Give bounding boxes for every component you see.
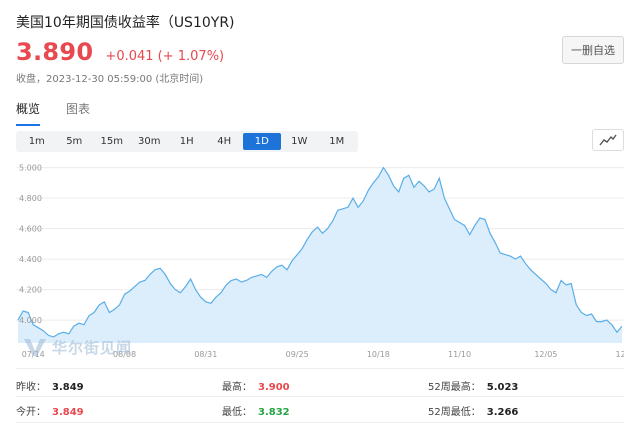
y-tick-label: 4.000 (19, 316, 42, 325)
wallstreetcn-logo-icon (24, 339, 46, 356)
y-tick-label: 4.600 (19, 225, 42, 234)
x-tick-label: 09/25 (286, 350, 309, 359)
tab-overview[interactable]: 概览 (16, 100, 41, 126)
x-tick-label: 08/31 (194, 350, 217, 359)
line-chart-icon (599, 134, 617, 146)
y-tick-label: 4.800 (19, 194, 42, 203)
yield-area-chart: 5.0004.8004.6004.4004.2004.00007/1408/08… (16, 164, 624, 359)
tab-chart[interactable]: 图表 (66, 100, 90, 126)
watermark: 华尔街见闻 (22, 336, 132, 358)
range-1w[interactable]: 1W (281, 133, 319, 150)
y-tick-label: 5.000 (19, 164, 42, 173)
chart-type-button[interactable] (592, 129, 624, 151)
range-1h[interactable]: 1H (168, 133, 206, 150)
stat-52w-high: 52周最高： 5.023 (428, 382, 519, 393)
price-row: 3.890 +0.041 (+ 1.07%) (16, 38, 224, 66)
y-tick-label: 4.200 (19, 286, 42, 295)
x-tick-label: 10/18 (367, 350, 390, 359)
x-tick-label: 12/29 (616, 350, 624, 359)
close-timestamp: 收盘，2023-12-30 05:59:00 (北京时间) (16, 74, 204, 85)
stats-divider (16, 396, 624, 397)
stats-divider (16, 422, 624, 423)
range-5m[interactable]: 5m (56, 133, 94, 150)
range-1mo[interactable]: 1M (318, 133, 356, 150)
x-tick-label: 12/05 (534, 350, 557, 359)
area-fill (18, 167, 622, 343)
range-1m[interactable]: 1m (18, 133, 56, 150)
view-tabs: 概览 图表 (16, 100, 116, 126)
stat-52w-low: 52周最低： 3.266 (428, 407, 519, 418)
range-selector: 1m 5m 15m 30m 1H 4H 1D 1W 1M (16, 131, 358, 152)
page-title: 美国10年期国债收益率（US10YR) (16, 15, 235, 31)
stat-high: 最高： 3.900 (222, 382, 290, 393)
y-tick-label: 4.400 (19, 255, 42, 264)
range-30m[interactable]: 30m (131, 133, 169, 150)
stat-open: 今开： 3.849 (16, 407, 84, 418)
range-4h[interactable]: 4H (206, 133, 244, 150)
range-15m[interactable]: 15m (93, 133, 131, 150)
remove-watchlist-button[interactable]: 一删自选 (562, 36, 624, 64)
stat-low: 最低： 3.832 (222, 407, 290, 418)
stat-prev-close: 昨收： 3.849 (16, 382, 84, 393)
x-tick-label: 11/10 (448, 350, 471, 359)
range-1d[interactable]: 1D (243, 133, 281, 150)
stats-divider (16, 368, 624, 369)
last-price: 3.890 (16, 38, 94, 66)
watermark-text: 华尔街见闻 (52, 338, 133, 357)
price-change: +0.041 (+ 1.07%) (105, 49, 225, 64)
